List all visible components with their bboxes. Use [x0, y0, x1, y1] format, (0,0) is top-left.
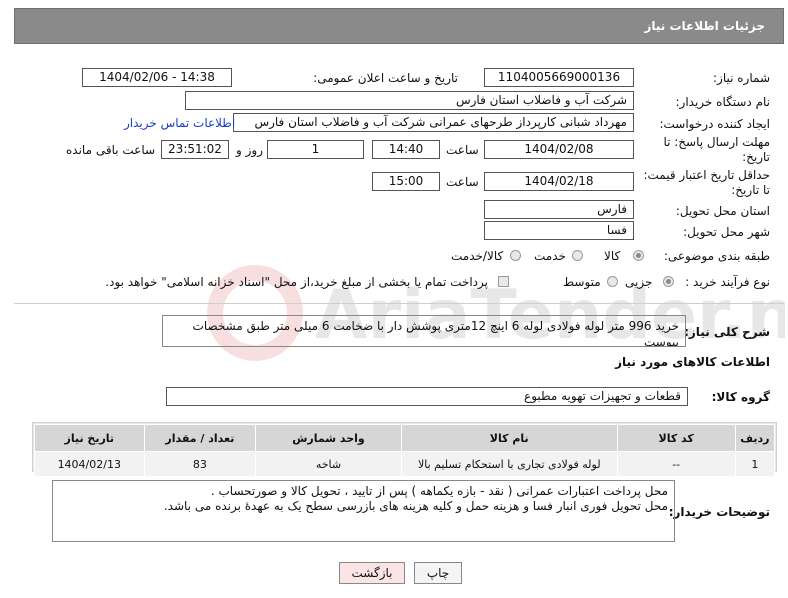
goods-table: ردیف کد کالا نام کالا واحد شمارش تعداد /… — [34, 424, 776, 477]
cell-unit: شاخه — [255, 451, 402, 477]
treasury-payment-note: پرداخت تمام یا بخشی از مبلغ خرید،از محل … — [105, 275, 488, 289]
cell-name: لوله فولادی تجاری با استحکام تسلیم بالا — [400, 451, 618, 477]
category-label: طبقه بندی موضوعی: — [663, 249, 770, 263]
category-option-goods-service: کالا/خدمت — [451, 249, 504, 263]
cell-row: 1 — [734, 451, 776, 477]
min-price-date-field: 1404/02/18 — [484, 172, 634, 191]
goods-table-wrapper: ردیف کد کالا نام کالا واحد شمارش تعداد /… — [32, 422, 777, 477]
min-price-time-field: 15:00 — [372, 172, 440, 191]
summary-label: شرح کلی نیاز: — [684, 325, 770, 339]
category-radio-service[interactable] — [572, 250, 583, 261]
goods-group-label: گروه کالا: — [711, 390, 770, 404]
cell-date: 1404/02/13 — [34, 451, 145, 477]
goods-section-title: اطلاعات کالاهای مورد نیاز — [615, 355, 770, 369]
treasury-payment-checkbox[interactable] — [498, 276, 509, 287]
announce-label: تاریخ و ساعت اعلان عمومی: — [313, 71, 458, 85]
col-date: تاریخ نیاز — [34, 424, 145, 452]
buyer-org-label: نام دستگاه خریدار: — [675, 95, 771, 109]
divider — [14, 303, 784, 304]
goods-group-field: قطعات و تجهیزات تهویه مطبوع — [166, 387, 688, 406]
deadline-label-2: تاریخ: — [742, 150, 770, 164]
need-number-field: 1104005669000136 — [484, 68, 634, 87]
col-name: نام کالا — [400, 424, 618, 452]
requester-field: مهرداد شبانی کارپرداز طرحهای عمرانی شرکت… — [233, 113, 634, 132]
print-button[interactable]: چاپ — [414, 562, 462, 584]
requester-label: ایجاد کننده درخواست: — [659, 117, 770, 131]
back-button[interactable]: بازگشت — [339, 562, 405, 584]
city-label: شهر محل تحویل: — [683, 225, 770, 239]
buyer-notes-line-2: محل تحویل فوری انبار فسا و هزینه حمل و ک… — [163, 499, 668, 513]
buyer-notes-label: توضیحات خریدار: — [668, 505, 770, 519]
table-row[interactable]: 1 -- لوله فولادی تجاری با استحکام تسلیم … — [34, 451, 776, 477]
province-field: فارس — [484, 200, 634, 219]
page-header: جزئیات اطلاعات نیاز — [14, 8, 784, 44]
process-option-medium: متوسط — [563, 275, 601, 289]
province-label: استان محل تحویل: — [675, 204, 770, 218]
category-radio-goods[interactable] — [633, 250, 644, 261]
col-row: ردیف — [734, 424, 776, 452]
category-option-service: خدمت — [534, 249, 566, 263]
days-label: روز و — [236, 143, 263, 157]
category-option-goods: کالا — [604, 249, 621, 263]
need-number-label: شماره نیاز: — [713, 71, 770, 85]
min-price-label-1: حداقل تاریخ اعتبار قیمت: — [643, 168, 770, 182]
min-price-time-label: ساعت — [446, 175, 479, 189]
min-price-label-2: تا تاریخ: — [731, 183, 770, 197]
deadline-time-label: ساعت — [446, 143, 479, 157]
page-title: جزئیات اطلاعات نیاز — [644, 19, 765, 33]
deadline-label-1: مهلت ارسال پاسخ: تا — [663, 135, 770, 149]
process-radio-minor[interactable] — [663, 276, 674, 287]
summary-textarea[interactable]: خرید 996 متر لوله فولادی لوله 6 اینچ 12م… — [162, 315, 686, 347]
buyer-org-field: شرکت آب و فاضلاب استان فارس — [185, 91, 634, 110]
col-unit: واحد شمارش — [255, 424, 402, 452]
city-field: فسا — [484, 221, 634, 240]
goods-table-header: ردیف کد کالا نام کالا واحد شمارش تعداد /… — [34, 424, 776, 452]
deadline-date-field: 1404/02/08 — [484, 140, 634, 159]
buyer-notes-line-1: محل پرداخت اعتبارات عمرانی ( نقد - بازه … — [210, 484, 668, 498]
buyer-notes-textarea[interactable]: محل پرداخت اعتبارات عمرانی ( نقد - بازه … — [52, 480, 675, 542]
buyer-contact-link[interactable]: اطلاعات تماس خریدار — [124, 116, 235, 130]
category-radio-goods-service[interactable] — [510, 250, 521, 261]
process-option-minor: جزیی — [625, 275, 653, 289]
process-label: نوع فرآیند خرید : — [685, 275, 770, 289]
remaining-time-field: 23:51:02 — [161, 140, 229, 159]
cell-qty: 83 — [143, 451, 257, 477]
col-qty: تعداد / مقدار — [143, 424, 257, 452]
col-code: کد کالا — [616, 424, 736, 452]
cell-code: -- — [616, 451, 736, 477]
announce-field: 1404/02/06 - 14:38 — [82, 68, 232, 87]
remaining-time-label: ساعت باقی مانده — [66, 143, 156, 157]
deadline-time-field: 14:40 — [372, 140, 440, 159]
days-field: 1 — [267, 140, 364, 159]
process-radio-medium[interactable] — [607, 276, 618, 287]
